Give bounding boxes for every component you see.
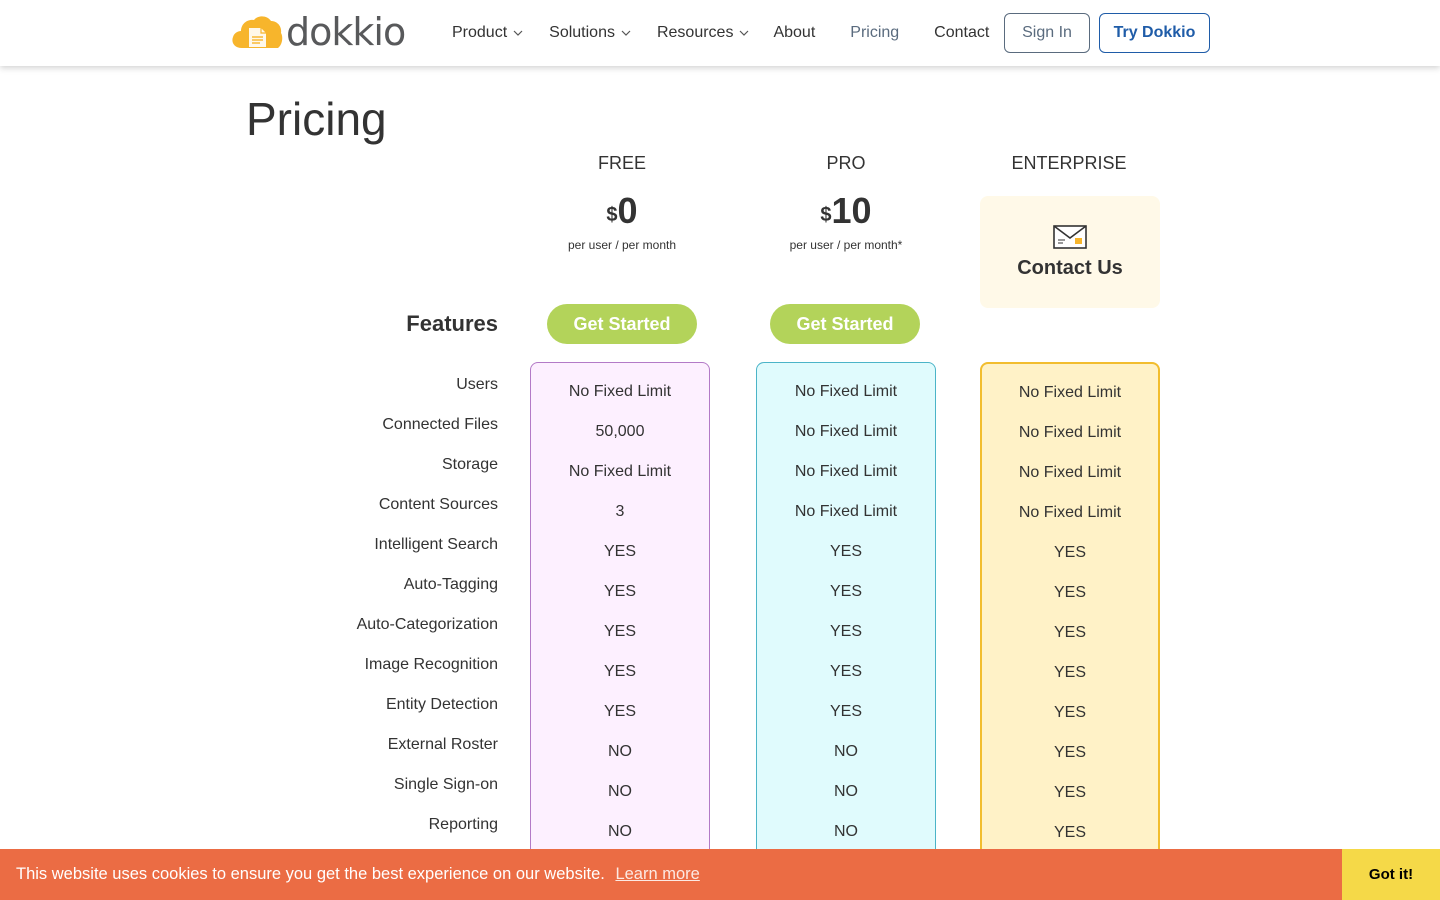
feature-value: YES — [829, 543, 862, 560]
price-currency: $ — [606, 204, 618, 226]
feature-label: Storage — [441, 456, 498, 473]
feature-value: YES — [829, 623, 862, 640]
sign-in-button[interactable]: Sign In — [1004, 13, 1090, 53]
nav-contact-label: Contact — [934, 24, 990, 41]
feature-value: NO — [608, 783, 632, 800]
feature-label: Reporting — [428, 816, 498, 833]
feature-value: No Fixed Limit — [794, 503, 898, 520]
feature-value: No Fixed Limit — [568, 463, 672, 480]
price-amount: 0 — [617, 190, 638, 231]
envelope-icon — [1053, 224, 1087, 249]
contact-us-button[interactable]: Contact Us — [980, 196, 1160, 308]
plan-column-pro: No Fixed Limit No Fixed Limit No Fixed L… — [756, 362, 936, 900]
feature-value: YES — [1053, 584, 1086, 601]
plan-column-enterprise: No Fixed Limit No Fixed Limit No Fixed L… — [980, 362, 1160, 900]
logo-wordmark: dokkio — [286, 10, 406, 54]
feature-value: YES — [1053, 704, 1086, 721]
cookie-accept-button[interactable]: Got it! — [1342, 849, 1440, 900]
feature-value: YES — [1053, 544, 1086, 561]
page-title: Pricing — [246, 93, 387, 145]
nav-pricing-label: Pricing — [850, 24, 900, 41]
feature-value: YES — [1053, 664, 1086, 681]
cookie-message-text: This website uses cookies to ensure you … — [16, 865, 605, 883]
nav-solutions[interactable]: Solutions — [549, 24, 631, 42]
chevron-down-icon — [740, 30, 749, 36]
feature-value: No Fixed Limit — [568, 383, 672, 400]
feature-label: Single Sign-on — [393, 776, 498, 793]
feature-value: No Fixed Limit — [1018, 384, 1122, 401]
feature-value: 50,000 — [595, 423, 645, 440]
nav-product[interactable]: Product — [452, 24, 523, 42]
plan-name-pro: PRO — [826, 153, 866, 173]
feature-value: YES — [829, 663, 862, 680]
feature-value: No Fixed Limit — [794, 463, 898, 480]
nav-about[interactable]: About — [773, 24, 815, 42]
price-amount: 10 — [831, 190, 872, 231]
nav-solutions-label: Solutions — [549, 24, 615, 41]
feature-label: Image Recognition — [364, 656, 498, 673]
feature-value: No Fixed Limit — [1018, 424, 1122, 441]
feature-label: Users — [456, 376, 498, 393]
plan-name-enterprise: ENTERPRISE — [1011, 153, 1127, 173]
site-header: dokkio Product Solutions Resources About… — [0, 0, 1440, 66]
nav-contact[interactable]: Contact — [934, 24, 989, 42]
chevron-down-icon — [621, 30, 631, 36]
feature-value: No Fixed Limit — [1018, 464, 1122, 481]
nav-resources-label: Resources — [656, 24, 734, 41]
feature-label: Auto-Tagging — [403, 576, 498, 593]
price-currency: $ — [820, 204, 832, 226]
feature-value: YES — [829, 703, 862, 720]
features-heading: Features — [406, 311, 498, 336]
get-started-pro-button[interactable]: Get Started — [770, 304, 920, 344]
price-period-pro: per user / per month* — [789, 238, 903, 252]
feature-value: NO — [834, 783, 858, 800]
nav-resources[interactable]: Resources — [657, 24, 749, 42]
feature-value: No Fixed Limit — [794, 383, 898, 400]
main-nav: Product Solutions Resources About Pricin… — [452, 0, 989, 66]
feature-value: YES — [1053, 744, 1086, 761]
dokkio-logo[interactable]: dokkio — [230, 10, 406, 54]
feature-value: YES — [603, 623, 636, 640]
feature-label: External Roster — [387, 736, 498, 753]
nav-product-label: Product — [452, 24, 508, 41]
feature-value: NO — [834, 743, 858, 760]
feature-value: YES — [1053, 784, 1086, 801]
feature-label: Entity Detection — [385, 696, 498, 713]
feature-value: YES — [603, 543, 636, 560]
plan-column-free: No Fixed Limit 50,000 No Fixed Limit 3 Y… — [530, 362, 710, 900]
get-started-free-button[interactable]: Get Started — [547, 304, 697, 344]
feature-value: YES — [829, 583, 862, 600]
feature-labels: Users Connected Files Storage Content So… — [300, 372, 498, 852]
price-pro: $10 — [756, 190, 936, 232]
cookie-message: This website uses cookies to ensure you … — [16, 849, 700, 900]
price-period-free: per user / per month — [567, 238, 677, 252]
feature-label: Content Sources — [378, 496, 498, 513]
feature-label: Connected Files — [382, 416, 498, 433]
try-dokkio-button[interactable]: Try Dokkio — [1099, 13, 1210, 53]
nav-about-label: About — [773, 24, 816, 41]
feature-label: Auto-Categorization — [356, 616, 498, 633]
feature-value: 3 — [615, 503, 625, 520]
contact-us-label: Contact Us — [1017, 256, 1123, 279]
learn-more-link[interactable]: Learn more — [615, 865, 699, 883]
price-free: $0 — [532, 190, 712, 232]
feature-value: No Fixed Limit — [794, 423, 898, 440]
feature-label: Intelligent Search — [374, 536, 498, 553]
feature-value: YES — [603, 703, 636, 720]
feature-value: No Fixed Limit — [1018, 504, 1122, 521]
feature-value: NO — [608, 743, 632, 760]
cloud-document-icon — [232, 16, 283, 48]
feature-value: YES — [603, 583, 636, 600]
nav-pricing[interactable]: Pricing — [850, 24, 899, 42]
feature-value: YES — [1053, 624, 1086, 641]
cookie-banner: This website uses cookies to ensure you … — [0, 849, 1440, 900]
chevron-down-icon — [513, 30, 523, 36]
feature-value: YES — [603, 663, 636, 680]
plan-name-free: FREE — [597, 153, 646, 173]
